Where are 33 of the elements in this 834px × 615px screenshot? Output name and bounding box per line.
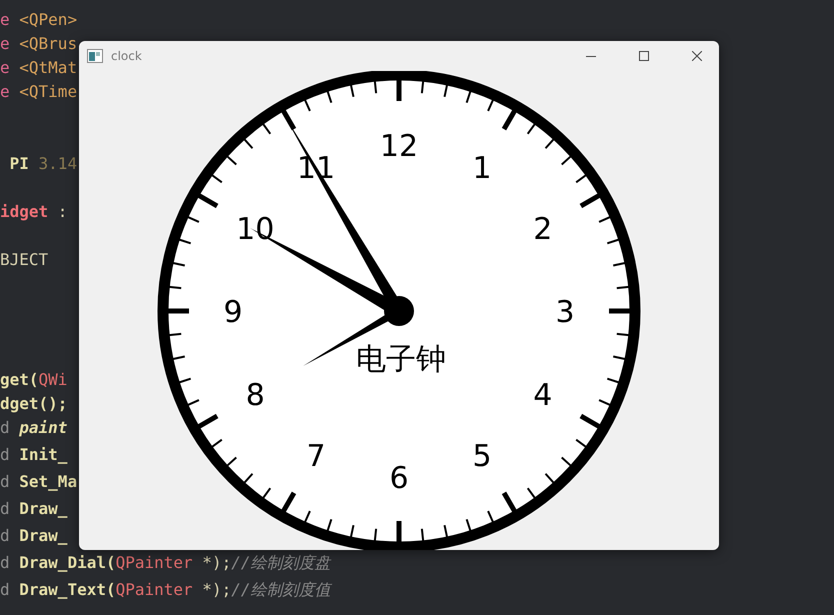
- code-line: d Draw_: [0, 498, 68, 520]
- window-title: clock: [111, 49, 142, 63]
- code-line: d Draw_: [0, 525, 68, 547]
- hour-number: 8: [246, 378, 265, 413]
- hour-number: 3: [555, 295, 575, 330]
- hour-number: 2: [533, 212, 552, 247]
- code-line: e <QTime: [0, 81, 78, 103]
- clock-caption: 电子钟: [356, 342, 446, 377]
- maximize-icon: [638, 51, 648, 61]
- code-line: e <QPen>: [0, 9, 78, 31]
- hour-number: 10: [236, 212, 274, 247]
- code-line: d Draw_Dial(QPainter *);//绘制刻度盘: [0, 552, 330, 574]
- code-line: get(QWi: [0, 369, 68, 391]
- hour-number: 4: [533, 378, 552, 413]
- code-line: d paint: [0, 417, 68, 439]
- app-icon: [87, 49, 103, 63]
- code-line: PI 3.14: [8, 153, 78, 175]
- code-line: d Set_Ma: [0, 471, 78, 493]
- center-pin: [384, 296, 414, 326]
- code-line: dget();: [0, 393, 68, 415]
- hour-number: 9: [223, 295, 243, 330]
- hour-number: 7: [306, 438, 326, 474]
- code-line: BJECT: [0, 249, 48, 271]
- hour-number: 6: [389, 461, 409, 496]
- code-line: d Init_: [0, 444, 68, 466]
- hour-number: 12: [380, 129, 418, 164]
- code-line: e <QBrus: [0, 33, 78, 55]
- close-icon: [692, 51, 702, 61]
- code-line: e <QtMat: [0, 57, 78, 79]
- code-line: d Draw_Text(QPainter *);//绘制刻度值: [0, 579, 330, 601]
- hour-number: 5: [472, 438, 492, 474]
- code-line: idget :: [0, 201, 68, 223]
- hour-number: 1: [472, 151, 492, 186]
